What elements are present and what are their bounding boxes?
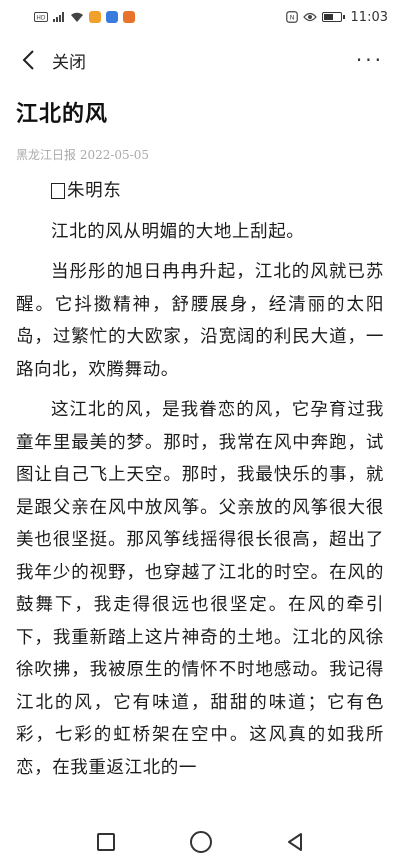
wifi-icon [70,12,84,23]
author-box-icon [51,183,65,200]
close-button[interactable]: 关闭 [20,48,86,73]
author-name: 朱明东 [67,181,122,201]
status-bar: HD N 11:03 [0,0,400,34]
article: 江北的风 黑龙江日报 2022-05-05 朱明东 江北的风从明媚的大地上刮起。… [0,96,400,792]
back-button[interactable] [287,833,303,851]
close-label[interactable]: 关闭 [52,48,86,73]
battery-icon [321,12,345,22]
signal-icon [53,12,65,22]
status-right: N 11:03 [285,9,388,25]
eye-icon [302,12,317,22]
home-button[interactable] [189,831,212,853]
sim-icon: HD [34,12,48,22]
author-line: 朱明东 [16,175,384,208]
status-time: 11:03 [350,9,388,25]
more-options-button[interactable]: ··· [356,48,384,72]
paragraph: 这江北的风，是我眷恋的风，它孕育过我童年里最美的梦。那时，我常在风中奔跑，试图让… [16,400,384,778]
paragraph: 江北的风从明媚的大地上刮起。 [51,221,305,242]
article-meta: 黑龙江日报 2022-05-05 [16,148,150,162]
system-nav-bar [0,818,400,866]
app-notification-icon [89,11,101,23]
article-body: 朱明东 江北的风从明媚的大地上刮起。 当彤彤的旭日冉冉升起，江北的风就已苏醒。它… [16,175,384,784]
battery-level [323,14,333,20]
nfc-icon: N [285,11,298,23]
recent-apps-button[interactable] [97,833,116,851]
article-title: 江北的风 [16,102,109,127]
top-nav-bar: 关闭 ··· [0,38,400,82]
chevron-left-icon[interactable] [20,49,38,71]
app-notification-icon [106,11,118,23]
svg-text:N: N [289,14,294,22]
paragraph: 当彤彤的旭日冉冉升起，江北的风就已苏醒。它抖擞精神，舒腰展身，经清丽的太阳岛，过… [16,262,384,380]
svg-text:HD: HD [36,15,46,22]
app-notification-icon [123,11,135,23]
status-left: HD [34,11,135,23]
